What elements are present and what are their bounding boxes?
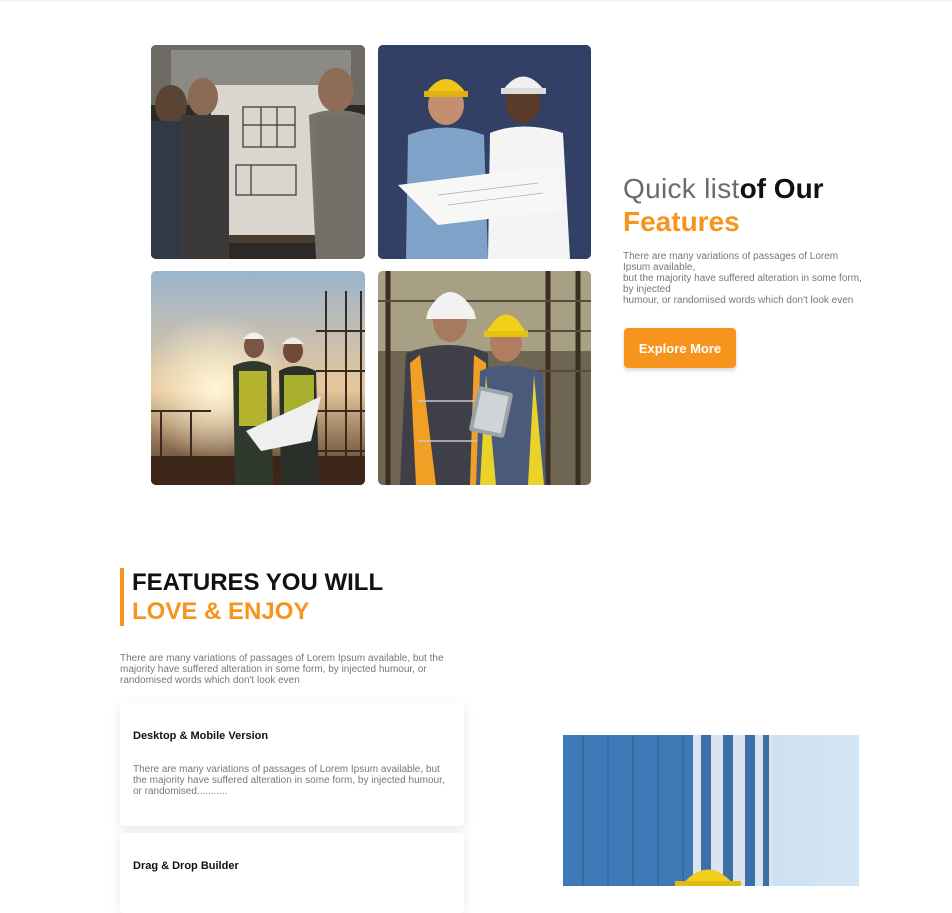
description-line: but the majority have suffered alteratio… bbox=[623, 273, 862, 295]
features-heading: FEATURES YOU WILL LOVE & ENJOY bbox=[132, 568, 383, 626]
features-description: There are many variations of passages of… bbox=[120, 653, 444, 686]
description-line: humour, or randomised words which don't … bbox=[623, 295, 854, 306]
feature-card-text: There are many variations of passages of… bbox=[133, 764, 445, 797]
heading-dark-part: of Our bbox=[739, 173, 824, 204]
quick-list-heading: Quick listof Our Features bbox=[623, 172, 923, 238]
features-heading-line1: FEATURES YOU WILL bbox=[132, 569, 384, 596]
feature-card-title: Desktop & Mobile Version bbox=[133, 730, 269, 742]
heading-accent-bar bbox=[120, 568, 124, 626]
heading-light-part: Quick list bbox=[623, 173, 740, 204]
feature-card-desktop-mobile[interactable]: Desktop & Mobile Version There are many … bbox=[120, 703, 464, 826]
explore-more-button[interactable]: Explore More bbox=[624, 328, 736, 368]
hardhat-engineers-photo bbox=[378, 45, 591, 259]
glass-building-photo bbox=[563, 735, 859, 886]
heading-accent-part: Features bbox=[623, 206, 740, 237]
features-heading-line2: LOVE & ENJOY bbox=[132, 598, 310, 625]
team-blueprint-photo bbox=[151, 45, 365, 259]
top-divider bbox=[0, 0, 952, 2]
quick-list-description: There are many variations of passages of… bbox=[623, 251, 863, 306]
description-line: There are many variations of passages of… bbox=[623, 251, 839, 273]
workers-tablet-photo bbox=[378, 271, 591, 485]
feature-card-title: Drag & Drop Builder bbox=[133, 860, 239, 872]
sunset-site-photo bbox=[151, 271, 365, 485]
feature-card-drag-drop[interactable]: Drag & Drop Builder bbox=[120, 833, 464, 913]
